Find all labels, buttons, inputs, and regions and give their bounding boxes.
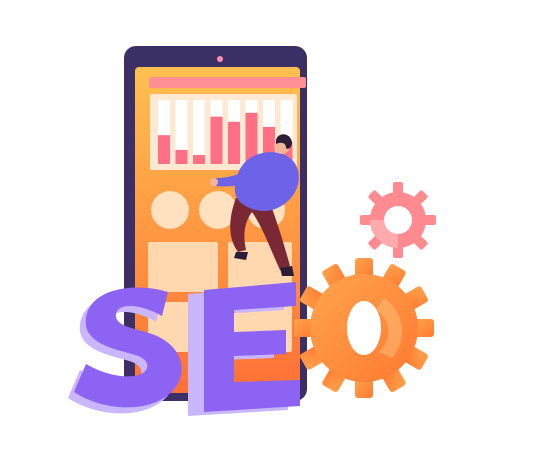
chart-bar — [175, 149, 188, 164]
chart-bar-track — [193, 100, 205, 164]
chart-bar — [193, 155, 205, 164]
large-gear-icon — [294, 258, 434, 398]
seo-illustration — [0, 0, 533, 468]
screen-circle-left — [151, 191, 189, 229]
letter-e — [188, 282, 300, 416]
chart-bar — [228, 121, 240, 164]
screen-panel-left — [148, 242, 218, 292]
screen-header-bar — [149, 77, 306, 88]
small-gear-icon — [360, 182, 436, 258]
illustration-canvas — [68, 46, 436, 416]
chart-bar — [158, 135, 170, 164]
phone-camera — [217, 56, 223, 62]
chart-bar — [210, 116, 223, 164]
